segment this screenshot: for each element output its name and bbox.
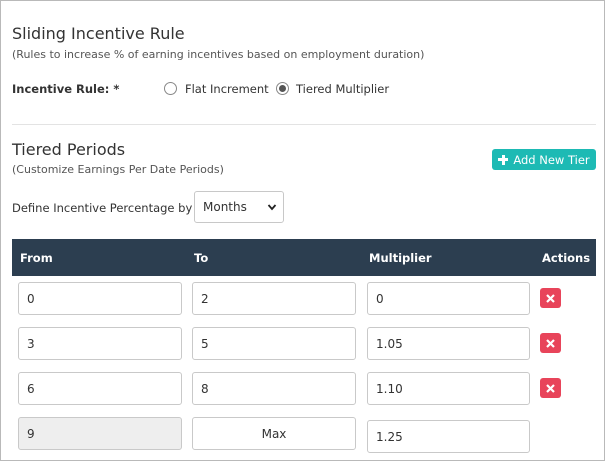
- to-input[interactable]: 2: [192, 282, 356, 315]
- multiplier-input[interactable]: 1.25: [367, 420, 530, 453]
- radio-unchecked-icon: [164, 82, 177, 95]
- sliding-incentive-panel: Sliding Incentive Rule (Rules to increas…: [0, 0, 605, 461]
- multiplier-input[interactable]: 1.10: [367, 372, 530, 405]
- column-header-actions: Actions: [542, 251, 591, 265]
- radio-label: Tiered Multiplier: [296, 82, 390, 96]
- close-icon: [546, 383, 555, 393]
- period-unit-select[interactable]: Months: [194, 191, 284, 223]
- table-row: 3 5 1.05: [12, 321, 596, 366]
- section-divider: [12, 124, 596, 125]
- add-new-tier-button[interactable]: Add New Tier: [492, 149, 596, 170]
- table-row: 9 Max 1.25: [12, 411, 596, 456]
- column-header-from: From: [20, 251, 53, 265]
- table-row: 6 8 1.10: [12, 366, 596, 411]
- incentive-rule-label: Incentive Rule: *: [12, 82, 120, 96]
- radio-flat-increment[interactable]: Flat Increment: [164, 81, 274, 97]
- section-title-incentive: Sliding Incentive Rule: [12, 24, 185, 43]
- to-input[interactable]: 5: [192, 327, 356, 360]
- from-input[interactable]: 3: [18, 327, 182, 360]
- to-input-max: Max: [192, 417, 356, 450]
- radio-tiered-multiplier[interactable]: Tiered Multiplier: [276, 81, 396, 97]
- section-title-tiers: Tiered Periods: [12, 140, 126, 159]
- radio-checked-icon: [276, 82, 289, 95]
- table-row: 0 2 0: [12, 276, 596, 321]
- column-header-to: To: [194, 251, 209, 265]
- close-icon: [546, 293, 555, 303]
- close-icon: [546, 338, 555, 348]
- to-input[interactable]: 8: [192, 372, 356, 405]
- from-input[interactable]: 6: [18, 372, 182, 405]
- chevron-down-icon: [267, 204, 277, 211]
- multiplier-input[interactable]: 0: [367, 282, 530, 315]
- delete-tier-button[interactable]: [540, 333, 561, 353]
- radio-label: Flat Increment: [185, 82, 269, 96]
- add-new-tier-label: Add New Tier: [513, 152, 590, 167]
- column-header-multiplier: Multiplier: [369, 251, 432, 265]
- multiplier-input[interactable]: 1.05: [367, 327, 530, 360]
- section-subtitle-incentive: (Rules to increase % of earning incentiv…: [12, 48, 425, 61]
- define-percentage-label: Define Incentive Percentage by: [12, 201, 193, 215]
- period-unit-value: Months: [203, 200, 247, 214]
- tier-table-header: From To Multiplier Actions: [12, 239, 596, 276]
- section-subtitle-tiers: (Customize Earnings Per Date Periods): [12, 163, 224, 176]
- delete-tier-button[interactable]: [540, 378, 561, 398]
- plus-icon: [498, 154, 509, 165]
- delete-tier-button[interactable]: [540, 288, 561, 308]
- from-input[interactable]: 0: [18, 282, 182, 315]
- from-input-disabled: 9: [18, 417, 182, 450]
